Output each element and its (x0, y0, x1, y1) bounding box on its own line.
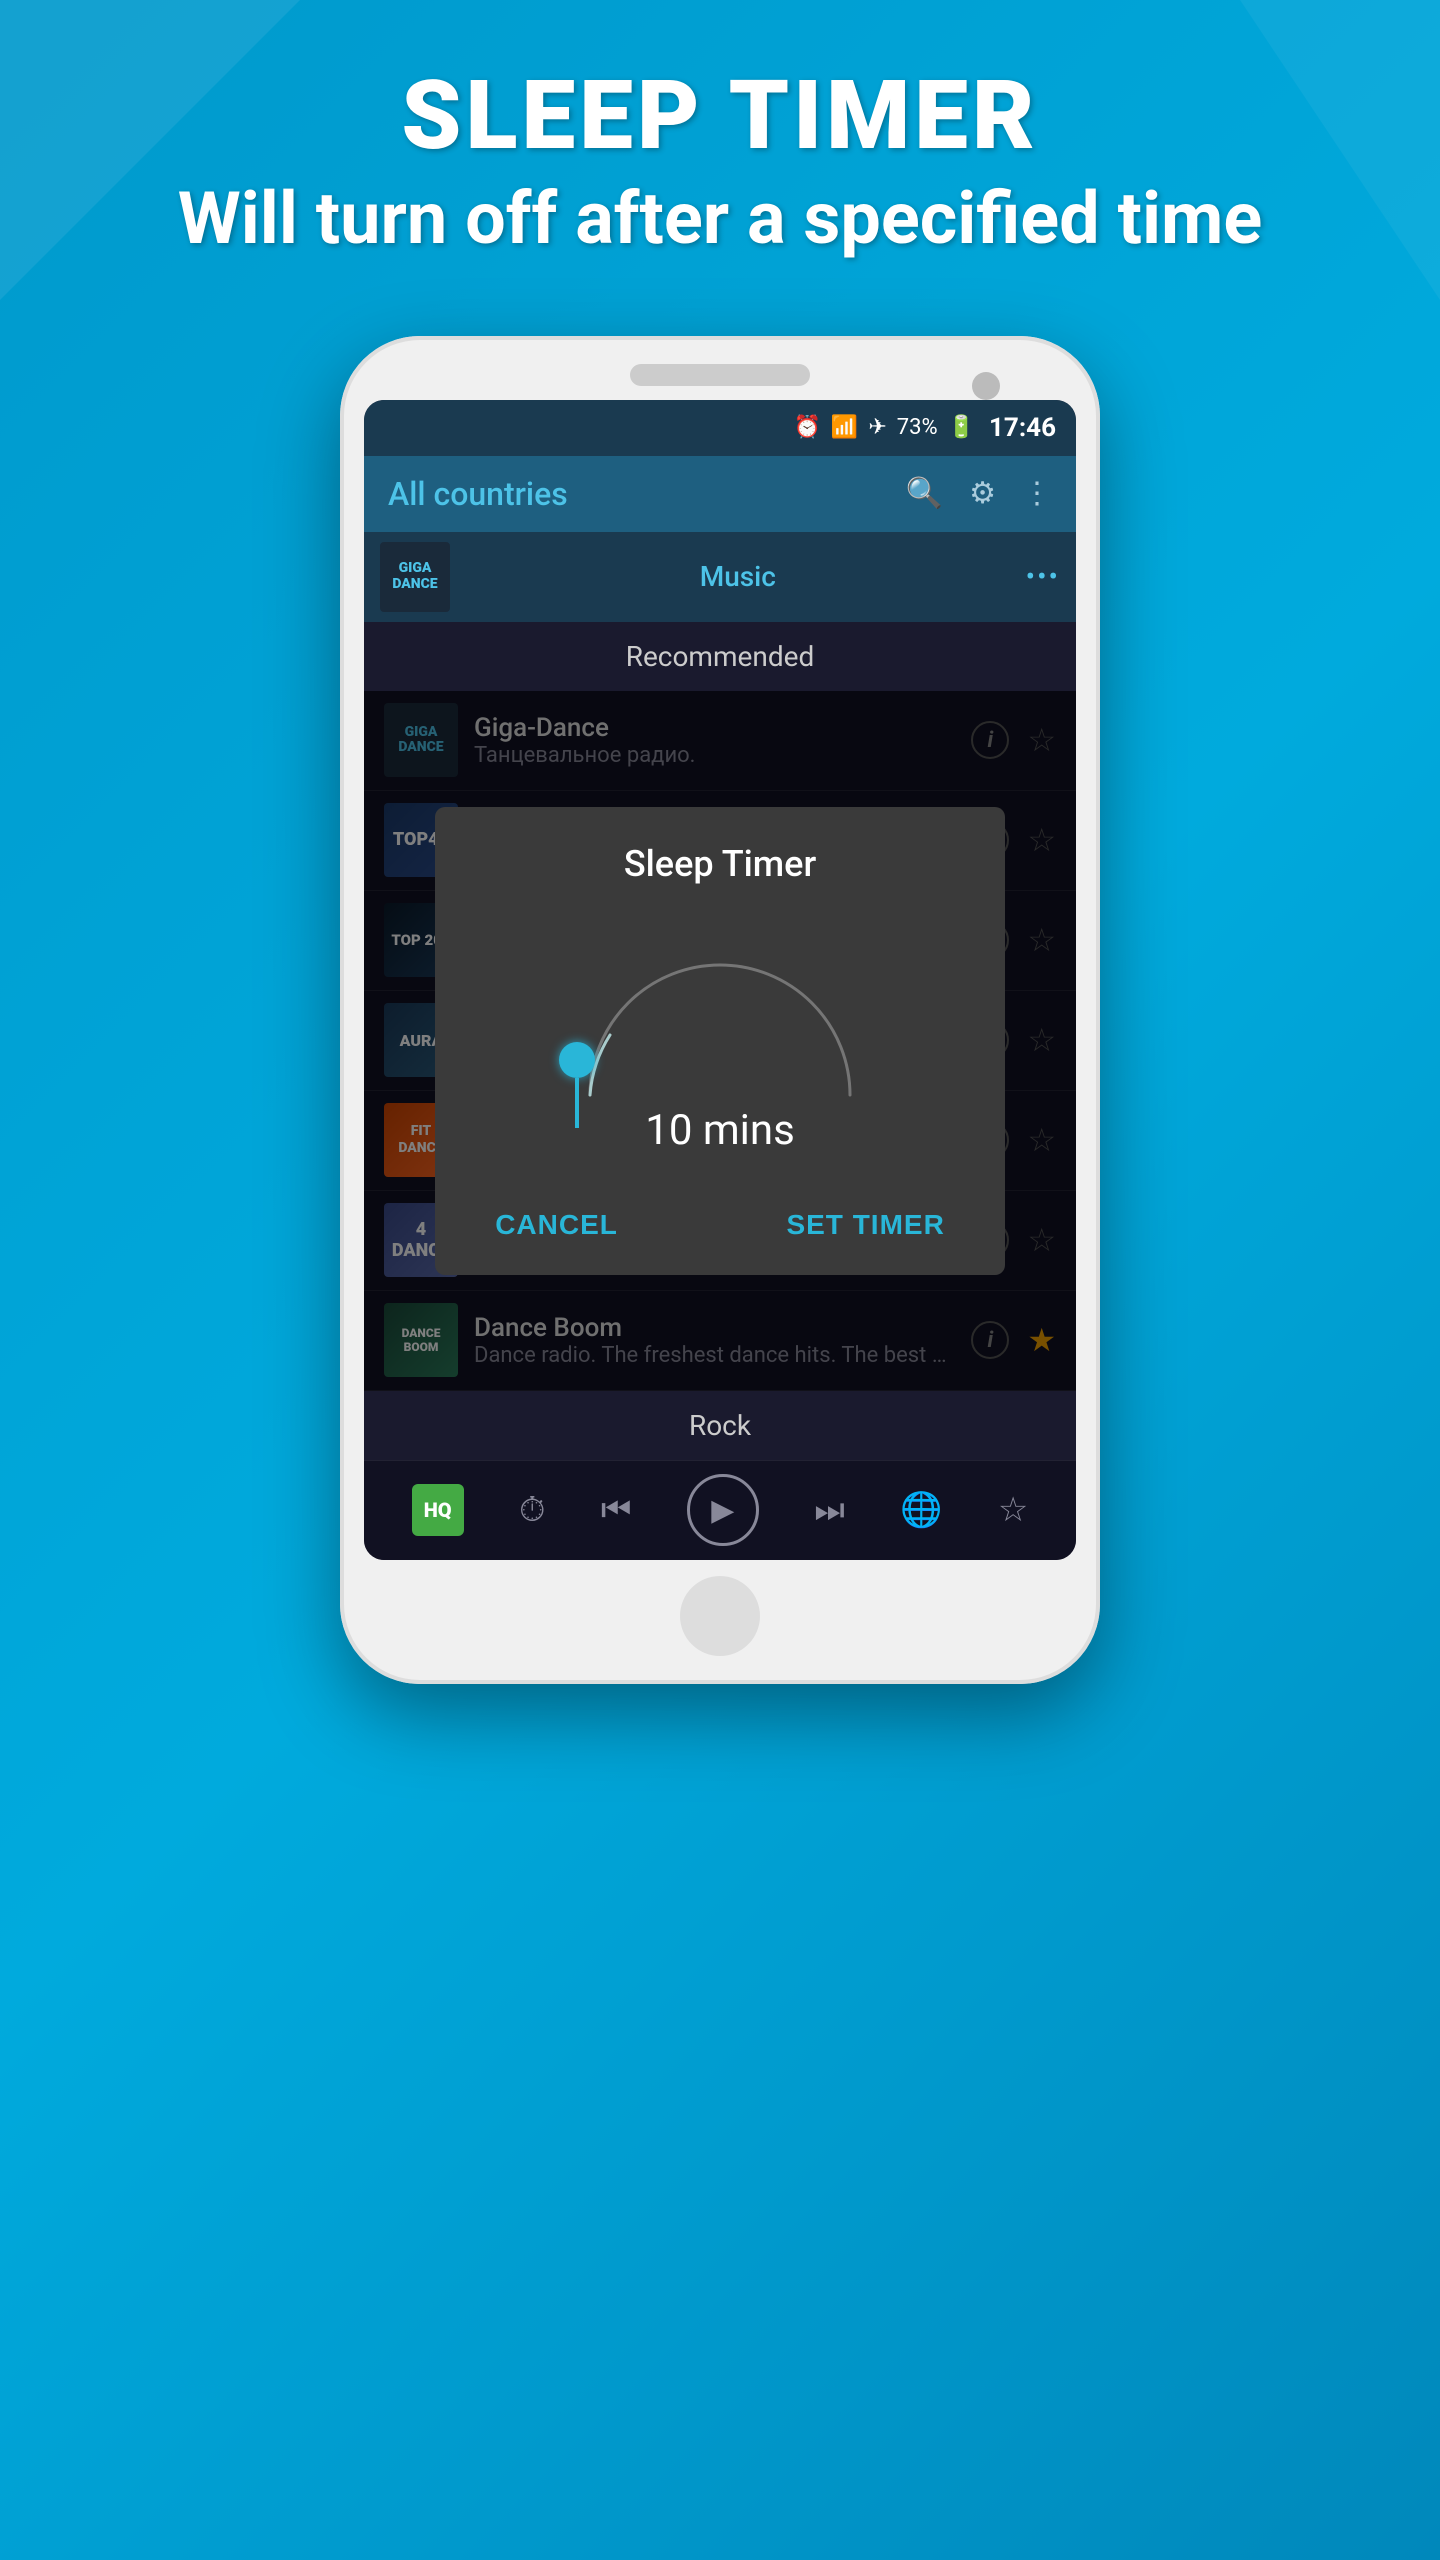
phone-home-button[interactable] (680, 1576, 760, 1656)
alarm-icon: ⏰ (794, 415, 821, 440)
language-button[interactable]: 🌐 (900, 1490, 942, 1530)
np-logo: GIGADANCE (380, 542, 450, 612)
wifi-icon: 📶 (831, 415, 858, 440)
cancel-button[interactable]: CANCEL (475, 1199, 638, 1251)
prev-button[interactable]: ⏮ (601, 1490, 632, 1530)
phone-speaker (630, 364, 810, 386)
dialog-buttons: CANCEL SET TIMER (465, 1199, 975, 1251)
phone-outer: ⏰ 📶 ✈ 73% 🔋 17:46 All countries 🔍 ⚙ ⋮ (340, 336, 1100, 1684)
more-icon[interactable]: ⋮ (1022, 476, 1052, 511)
search-icon[interactable]: 🔍 (906, 476, 943, 511)
promo-title: SLEEP TIMER (80, 60, 1360, 172)
dial-value: 10 mins (645, 1106, 795, 1155)
player-bar: HQ ⏱ ⏮ ▶ ⏭ 🌐 ☆ (364, 1460, 1076, 1560)
sleep-timer-button[interactable]: ⏱ (519, 1490, 546, 1530)
filter-icon[interactable]: ⚙ (969, 476, 996, 511)
np-more-icon[interactable]: ••• (1026, 560, 1060, 593)
dialog-overlay: Sleep Timer 10 mins (364, 691, 1076, 1391)
set-timer-button[interactable]: SET TIMER (766, 1199, 964, 1251)
status-time: 17:46 (989, 413, 1056, 443)
np-title: Music (450, 560, 1026, 593)
dialog-title: Sleep Timer (465, 843, 975, 885)
phone-camera (972, 372, 1000, 400)
status-bar: ⏰ 📶 ✈ 73% 🔋 17:46 (364, 400, 1076, 456)
np-logo-text: GIGADANCE (392, 561, 437, 592)
promo-subtitle: Will turn off after a specified time (80, 172, 1360, 266)
phone-mockup: ⏰ 📶 ✈ 73% 🔋 17:46 All countries 🔍 ⚙ ⋮ (340, 336, 1100, 1684)
phone-screen: ⏰ 📶 ✈ 73% 🔋 17:46 All countries 🔍 ⚙ ⋮ (364, 400, 1076, 1560)
battery-icon: 🔋 (948, 415, 975, 440)
sleep-timer-dialog: Sleep Timer 10 mins (435, 807, 1005, 1275)
app-bar-title: All countries (388, 475, 568, 513)
section-rock: Rock (364, 1391, 1076, 1460)
now-playing-bar: GIGADANCE Music ••• (364, 532, 1076, 622)
dial-container[interactable]: 10 mins (465, 915, 975, 1175)
station-list: GIGADANCE Giga-Dance Танцевальное радио.… (364, 691, 1076, 1391)
play-button[interactable]: ▶ (687, 1474, 759, 1546)
app-bar-icons: 🔍 ⚙ ⋮ (906, 476, 1052, 511)
status-icons: ⏰ 📶 ✈ 73% 🔋 (794, 415, 976, 440)
favorites-button[interactable]: ☆ (998, 1490, 1028, 1530)
airplane-icon: ✈ (868, 415, 886, 440)
battery-pct: 73% (897, 415, 938, 440)
hq-button[interactable]: HQ (412, 1484, 464, 1536)
section-recommended: Recommended (364, 622, 1076, 691)
promo-header: SLEEP TIMER Will turn off after a specif… (0, 0, 1440, 316)
dial-arc (550, 915, 890, 1115)
dial-handle[interactable] (559, 1042, 595, 1078)
next-button[interactable]: ⏭ (814, 1490, 845, 1530)
app-bar: All countries 🔍 ⚙ ⋮ (364, 456, 1076, 532)
